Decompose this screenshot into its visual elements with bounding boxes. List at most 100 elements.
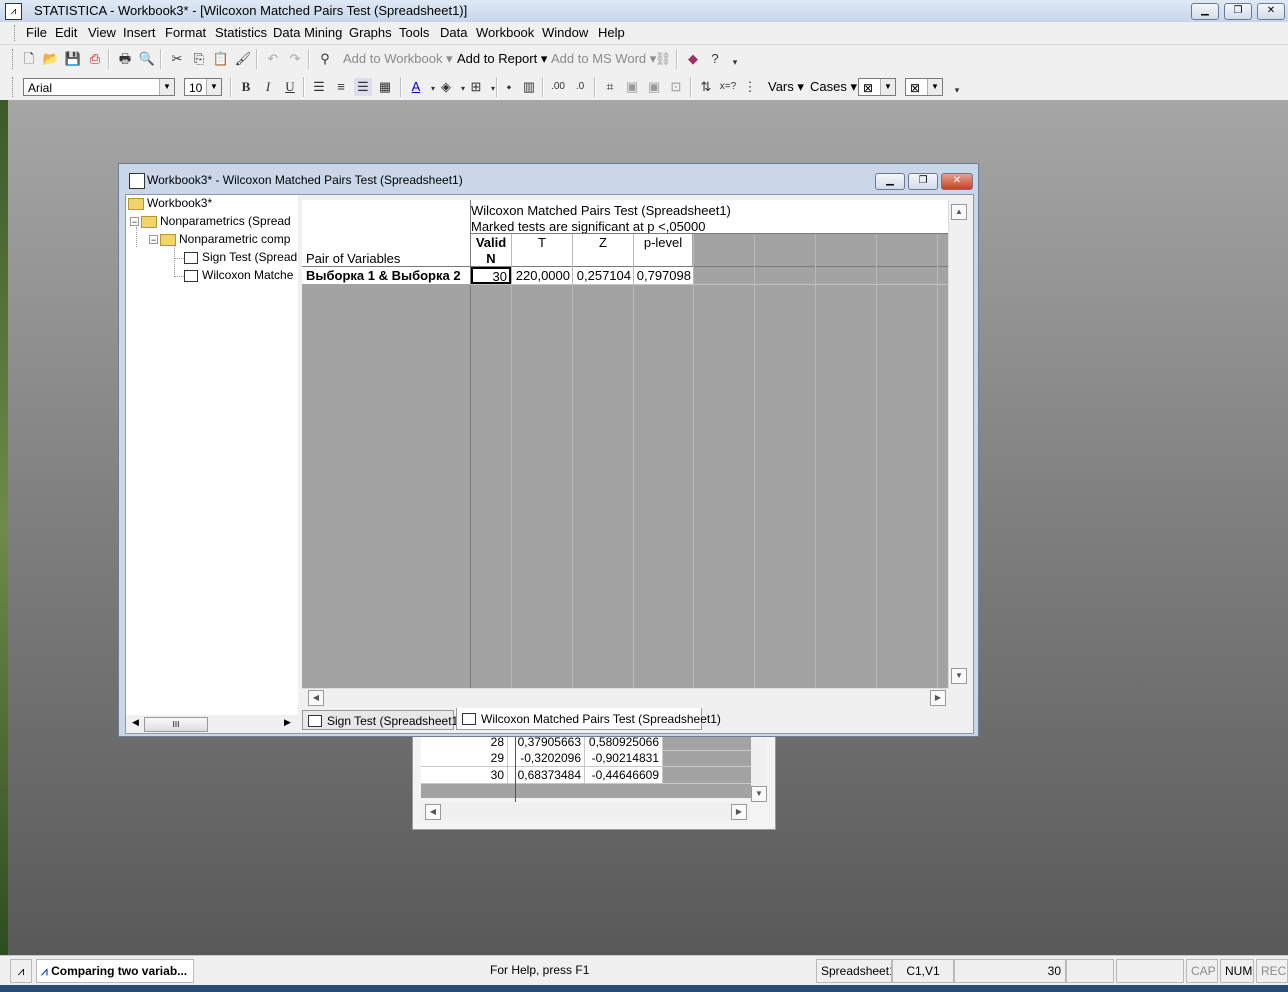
sort-icon[interactable]: ⇅ [697,78,715,96]
align-left-icon[interactable]: ☰ [310,78,328,96]
increase-decimal-icon[interactable]: .00 [549,78,567,96]
background-spreadsheet-window[interactable]: 28 0,37905663 0,580925066 29 -0,3202096 … [412,733,776,830]
workbook-window[interactable]: Workbook3* - Wilcoxon Matched Pairs Test… [118,163,979,737]
copy-icon[interactable]: ⎘ [190,50,208,68]
menu-graphs[interactable]: Graphs [349,25,392,40]
fill-color-icon[interactable]: ◈ [437,78,455,96]
scroll-right-icon[interactable]: ▶ [284,717,291,728]
italic-button[interactable]: I [259,78,277,96]
menu-tools[interactable]: Tools [399,25,429,40]
cell-p-level[interactable]: 0,797098 [634,267,693,284]
split-icon[interactable]: ⌗ [601,78,619,96]
rank-icon[interactable]: ⋮ [741,78,759,96]
column-header-valid-n[interactable]: Valid N [471,235,511,267]
tree-node-comparison[interactable]: − Nonparametric comp [149,232,290,246]
menu-statistics[interactable]: Statistics [215,25,267,40]
table3-icon[interactable]: ⊡ [667,78,685,96]
cases-menu[interactable]: Cases ▾ [810,79,857,95]
menu-help[interactable]: Help [598,25,625,40]
save-icon[interactable]: 💾 [64,50,82,68]
vertical-scrollbar[interactable]: ▲ ▼ [948,200,967,688]
table-cell[interactable]: -0,44646609 [585,767,663,783]
column-header-p-level[interactable]: p-level [634,235,692,250]
minimize-button[interactable]: ▁ [875,173,905,190]
cut-icon[interactable]: ✂ [168,50,186,68]
workbook-tree[interactable]: Workbook3* − Nonparametrics (Spread − Nonp… [126,195,298,715]
decrease-decimal-icon[interactable]: .0 [571,78,589,96]
scroll-left-icon[interactable]: ◀ [425,804,441,820]
tab-wilcoxon[interactable]: Wilcoxon Matched Pairs Test (Spreadsheet… [456,708,721,730]
grid-icon[interactable]: ▥ [520,78,538,96]
tag-icon[interactable]: ⬩ [500,78,518,96]
minimize-button[interactable]: ▁ [1191,3,1219,20]
toolbar-options-icon[interactable]: ▾ [726,53,744,71]
pattern-select-2[interactable]: ⊠ ▼ [905,78,943,96]
help-pointer-icon[interactable]: ? [706,50,724,68]
link-icon[interactable]: ⛓ [654,50,672,68]
vars-menu[interactable]: Vars ▾ [768,79,804,95]
tree-node-nonparametrics[interactable]: − Nonparametrics (Spread [130,214,291,228]
pdf-icon[interactable]: ⎙ [86,50,104,68]
scroll-left-icon[interactable]: ◀ [308,690,324,706]
scroll-left-icon[interactable]: ◀ [132,717,139,728]
menu-file[interactable]: File [26,25,47,40]
add-to-report-button[interactable]: Add to Report ▾ [457,51,547,67]
menu-data[interactable]: Data [440,25,467,40]
redo-icon[interactable]: ↷ [286,50,304,68]
horizontal-scrollbar[interactable]: ◀ ▶ [302,688,948,707]
print-preview-icon[interactable]: 🔍 [138,50,156,68]
row-label-cell[interactable]: Выборка 1 & Выборка 2 [302,267,470,284]
scroll-right-icon[interactable]: ▶ [930,690,946,706]
format-cells-icon[interactable]: ▦ [376,78,394,96]
scroll-down-icon[interactable]: ▼ [751,786,767,802]
borders-icon[interactable]: ⊞ [467,78,485,96]
menu-workbook[interactable]: Workbook [476,25,534,40]
cell-valid-n[interactable]: 30 [471,267,511,284]
cell-t[interactable]: 220,0000 [512,267,572,284]
open-icon[interactable]: 📂 [42,50,60,68]
table-cell[interactable]: -0,90214831 [585,750,663,766]
add-to-workbook-button[interactable]: Add to Workbook ▾ [343,51,453,67]
align-center-icon[interactable]: ≡ [332,78,350,96]
statistica-icon[interactable]: ⩘ [10,959,32,983]
results-spreadsheet[interactable]: Wilcoxon Matched Pairs Test (Spreadsheet… [302,200,948,688]
menu-edit[interactable]: Edit [55,25,77,40]
menu-data-mining[interactable]: Data Mining [273,25,342,40]
paste-icon[interactable]: 📋 [212,50,230,68]
bold-button[interactable]: B [237,78,255,96]
restore-button[interactable]: ❐ [1224,3,1252,20]
new-icon[interactable]: 🗋 [20,50,38,68]
scroll-thumb[interactable]: III [144,717,208,732]
find-icon[interactable]: ⚲ [316,50,334,68]
table-icon[interactable]: ▣ [623,78,641,96]
print-icon[interactable]: 🖶 [116,50,134,68]
tab-sign-test[interactable]: Sign Test (Spreadsheet1) [302,710,462,730]
pattern-select[interactable]: ⊠ ▼ [858,78,896,96]
collapse-icon[interactable]: − [149,235,158,245]
menu-insert[interactable]: Insert [123,25,156,40]
vertical-scrollbar[interactable]: ▼ [751,734,767,802]
underline-button[interactable]: U [281,78,299,96]
maximize-button[interactable]: ❐ [908,173,938,190]
statistica-icon[interactable]: ⩘ [5,3,22,20]
scroll-right-icon[interactable]: ▶ [731,804,747,820]
workbook-icon[interactable] [129,173,145,189]
add-to-ms-word-button[interactable]: Add to MS Word ▾ [551,51,656,67]
close-button[interactable]: ✕ [941,173,973,190]
format-painter-icon[interactable]: 🖌 [234,50,252,68]
align-right-icon[interactable]: ☰ [354,78,372,96]
close-button[interactable]: ✕ [1257,3,1285,20]
tree-root[interactable]: Workbook3* [128,196,212,210]
table2-icon[interactable]: ▣ [645,78,663,96]
toolbar-options-icon[interactable]: ▾ [948,81,966,99]
horizontal-scrollbar[interactable]: ◀ ▶ [421,802,751,820]
menu-view[interactable]: View [88,25,116,40]
tree-leaf-sign-test[interactable]: Sign Test (Spread [184,250,297,264]
tree-leaf-wilcoxon[interactable]: Wilcoxon Matche [184,268,293,282]
recode-icon[interactable]: x=? [719,78,737,96]
undo-icon[interactable]: ↶ [264,50,282,68]
column-header-t[interactable]: T [512,235,572,250]
collapse-icon[interactable]: − [130,217,139,227]
font-color-icon[interactable]: A [407,78,425,96]
menu-window[interactable]: Window [542,25,588,40]
